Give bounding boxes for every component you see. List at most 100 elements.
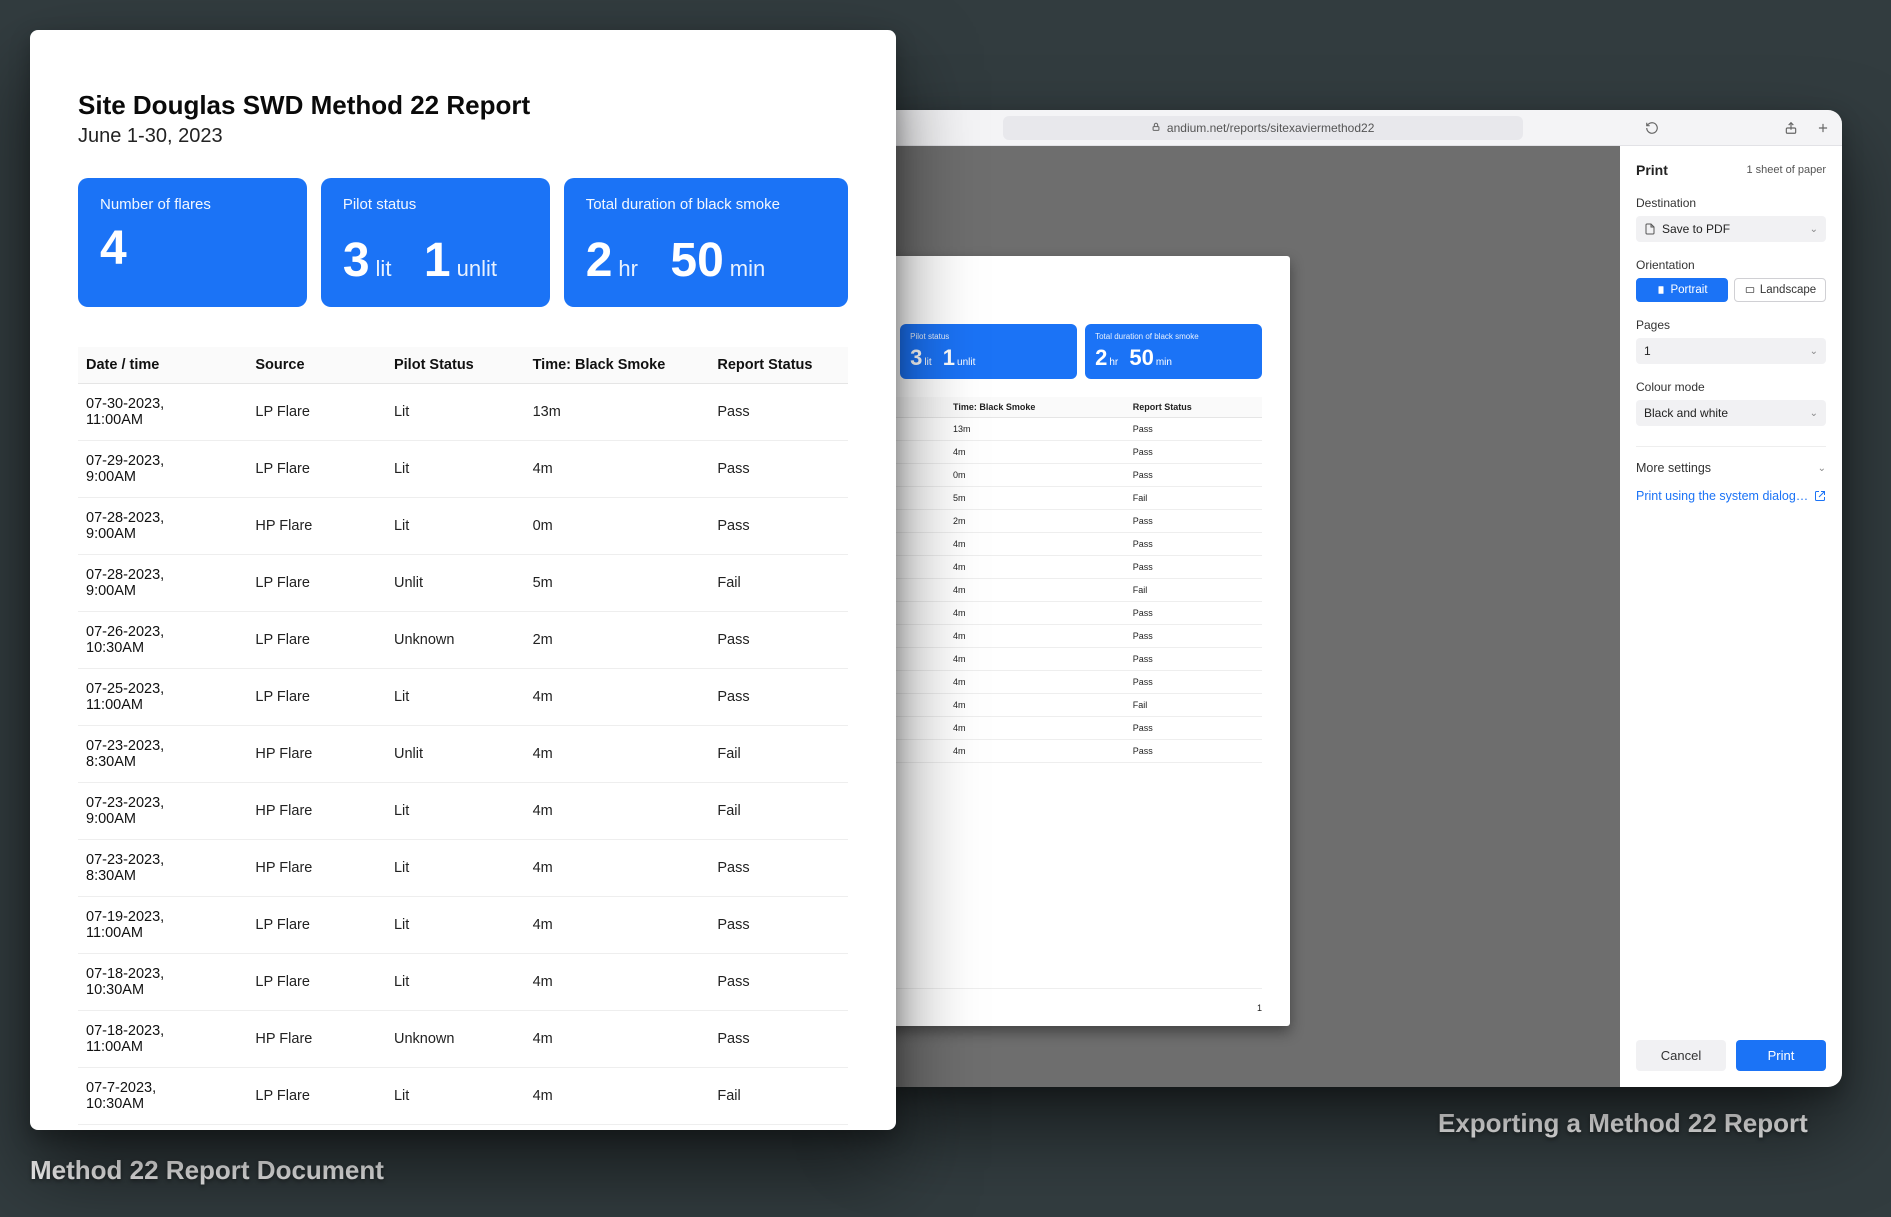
cell-status: Pass — [1129, 418, 1262, 441]
cell-smoke: 4m — [949, 694, 1129, 717]
cell-datetime: 07-23-2023,8:30AM — [78, 840, 247, 897]
pv-col-status: Report Status — [1129, 397, 1262, 418]
cell-smoke: 5m — [949, 487, 1129, 510]
cell-pilot: Lit — [386, 1068, 525, 1125]
cell-datetime: 07-23-2023,9:00AM — [78, 783, 247, 840]
cell-smoke: 13m — [949, 418, 1129, 441]
preview-page: Method 22 Report June 1-30, 2023 Pilot s… — [880, 256, 1290, 1026]
cell-status: Pass — [709, 954, 848, 1011]
cell-pilot: Lit — [386, 954, 525, 1011]
stat-pilot-lit-value: 3 — [343, 237, 370, 285]
pv-col-smoke: Time: Black Smoke — [949, 397, 1129, 418]
stat-pilot-unlit-value: 1 — [424, 237, 451, 285]
cell-pilot: Lit — [386, 498, 525, 555]
share-icon[interactable] — [1782, 119, 1800, 137]
stat-smoke-min-value: 50 — [670, 237, 723, 285]
cell-smoke: 4m — [949, 671, 1129, 694]
print-button[interactable]: Print — [1736, 1040, 1826, 1071]
cell-status: Fail — [1129, 487, 1262, 510]
col-pilot: Pilot Status — [386, 347, 525, 384]
cell-smoke: 4m — [525, 897, 710, 954]
cell-datetime: 07-18-2023,10:30AM — [78, 954, 247, 1011]
cell-pilot: Unlit — [386, 726, 525, 783]
cell-status: Pass — [1129, 602, 1262, 625]
table-row: FlareLit4mPass — [880, 602, 1262, 625]
cell-datetime: 07-30-2023,11:00AM — [78, 384, 247, 441]
cell-status: Fail — [709, 1068, 848, 1125]
stat-flares-value: 4 — [100, 225, 127, 273]
pages-select[interactable]: 1 ⌄ — [1636, 338, 1826, 364]
cell-status: Pass — [709, 840, 848, 897]
pv-smoke-hr: 2 — [1095, 345, 1107, 370]
table-row: 07-29-2023,9:00AMLP FlareLit4mPass — [78, 441, 848, 498]
orientation-landscape-label: Landscape — [1760, 284, 1816, 296]
table-row: FlareLit4mFail — [880, 579, 1262, 602]
cell-pilot: Lit — [386, 897, 525, 954]
cell-source: HP Flare — [247, 1011, 386, 1068]
caption-right: Exporting a Method 22 Report — [1438, 1108, 1808, 1139]
cell-datetime: 07-28-2023,9:00AM — [78, 498, 247, 555]
table-row: 07-18-2023,11:00AMHP FlareUnknown4mPass — [78, 1011, 848, 1068]
orientation-portrait-label: Portrait — [1670, 284, 1707, 296]
cell-source: LP Flare — [247, 1068, 386, 1125]
table-row: 07-23-2023,8:30AMHP FlareLit4mPass — [78, 840, 848, 897]
cell-status: Fail — [709, 783, 848, 840]
reload-icon[interactable] — [1643, 119, 1661, 137]
orientation-portrait[interactable]: Portrait — [1636, 278, 1728, 302]
table-row: FlareLit4mPass — [880, 441, 1262, 464]
table-row: FlareUnknown2mPass — [880, 510, 1262, 533]
colour-value: Black and white — [1644, 406, 1728, 420]
cell-smoke: 5m — [525, 555, 710, 612]
cell-status: Pass — [709, 1125, 848, 1131]
report-subtitle: June 1-30, 2023 — [78, 125, 848, 148]
cell-pilot: Lit — [386, 384, 525, 441]
address-bar[interactable]: andium.net/reports/sitexaviermethod22 — [1003, 116, 1523, 140]
destination-select[interactable]: Save to PDF ⌄ — [1636, 216, 1826, 242]
document-icon — [1644, 223, 1656, 235]
cell-status: Pass — [1129, 648, 1262, 671]
stat-pilot-lit-unit: lit — [376, 256, 392, 282]
stat-flares-label: Number of flares — [100, 196, 285, 213]
cell-pilot: Unknown — [386, 1011, 525, 1068]
preview-subtitle: June 1-30, 2023 — [880, 299, 1262, 310]
cell-source: LP Flare — [247, 669, 386, 726]
new-tab-icon[interactable] — [1814, 119, 1832, 137]
table-row: 07-28-2023,9:00AMHP FlareLit0mPass — [78, 498, 848, 555]
stat-smoke-min-unit: min — [730, 256, 765, 282]
cell-source: LP Flare — [247, 384, 386, 441]
cell-datetime: 07-7-2023,10:30AM — [78, 1068, 247, 1125]
orientation-landscape[interactable]: Landscape — [1734, 278, 1826, 302]
cell-smoke: 4m — [525, 783, 710, 840]
print-panel: Print 1 sheet of paper Destination Save … — [1620, 146, 1842, 1087]
cell-smoke: 4m — [949, 556, 1129, 579]
cell-datetime: 07-29-2023,9:00AM — [78, 441, 247, 498]
cell-smoke: 4m — [949, 625, 1129, 648]
url-text: andium.net/reports/sitexaviermethod22 — [1167, 121, 1374, 135]
divider — [1636, 446, 1826, 447]
destination-label: Destination — [1636, 196, 1826, 210]
stat-smoke-hr-value: 2 — [586, 237, 613, 285]
cell-smoke: 2m — [525, 612, 710, 669]
cell-smoke: 4m — [949, 648, 1129, 671]
pv-smoke-hr-u: hr — [1109, 357, 1118, 368]
stat-pilot-label: Pilot status — [343, 196, 528, 213]
cell-source: LP Flare — [247, 954, 386, 1011]
cancel-button[interactable]: Cancel — [1636, 1040, 1726, 1071]
cell-pilot: Unlit — [386, 555, 525, 612]
more-settings[interactable]: More settings ⌄ — [1636, 461, 1826, 475]
chevron-down-icon: ⌄ — [1810, 408, 1818, 419]
orientation-segment: Portrait Landscape — [1636, 278, 1826, 302]
cell-smoke: 0m — [525, 498, 710, 555]
cell-datetime: 07-26-2023,10:30AM — [78, 612, 247, 669]
colour-select[interactable]: Black and white ⌄ — [1636, 400, 1826, 426]
stat-flares: Number of flares 4 — [78, 178, 307, 307]
cell-smoke: 4m — [525, 441, 710, 498]
cell-status: Pass — [1129, 441, 1262, 464]
system-dialog-link[interactable]: Print using the system dialog… — [1636, 489, 1826, 503]
pv-pilot-unlit-u: unlit — [957, 357, 975, 368]
cell-smoke: 0m — [949, 464, 1129, 487]
cell-status: Pass — [709, 1011, 848, 1068]
cell-source: LP Flare — [247, 555, 386, 612]
table-row: FlareLit4mPass — [880, 625, 1262, 648]
cell-status: Pass — [1129, 625, 1262, 648]
